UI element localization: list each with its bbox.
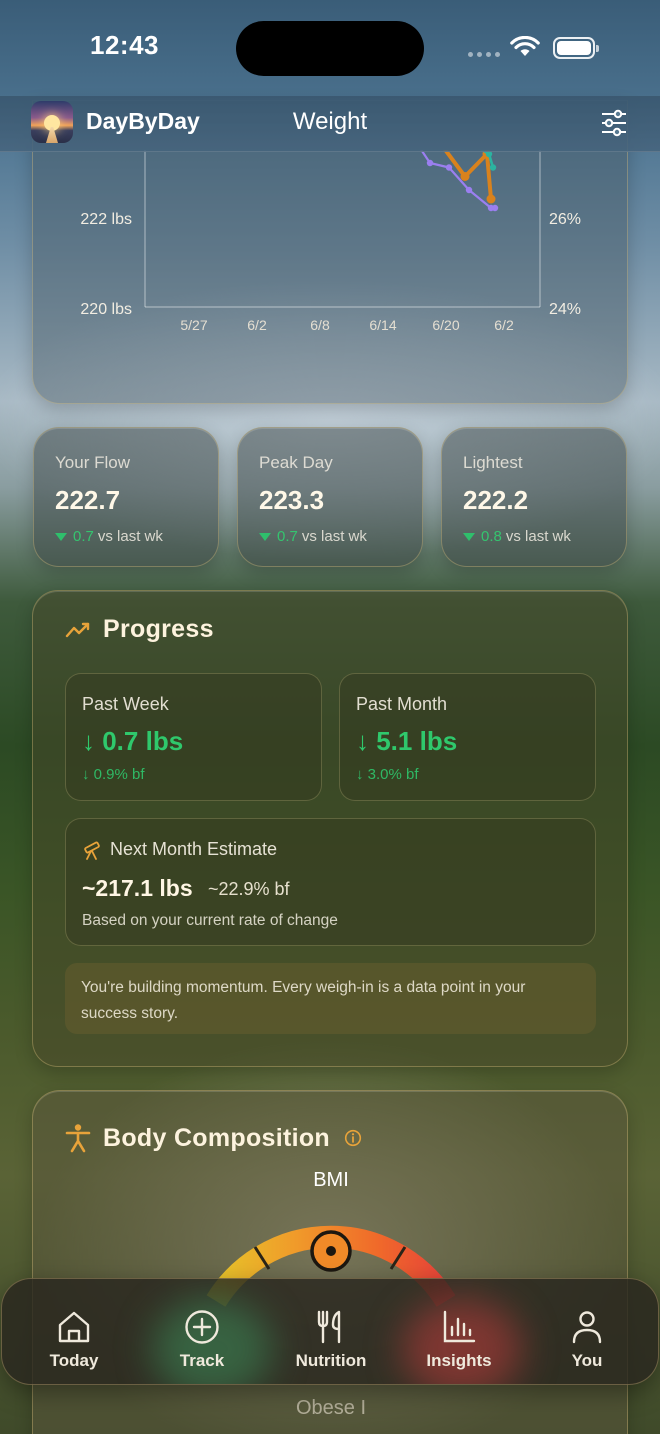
down-triangle-icon: [55, 532, 67, 541]
figure-icon: [65, 1124, 91, 1153]
stat-card-peak-day[interactable]: Peak Day 223.3 0.7 vs last wk: [237, 427, 423, 567]
battery-icon: [553, 37, 599, 59]
stat-delta: 0.8 vs last wk: [463, 528, 571, 545]
data-point: [486, 194, 496, 204]
body-composition-header: Body Composition: [65, 1123, 362, 1153]
y-right-tick: 26%: [549, 211, 581, 228]
next-month-estimate-card: Next Month Estimate ~217.1 lbs ~22.9% bf…: [65, 818, 596, 946]
down-triangle-icon: [259, 532, 271, 541]
past-month-bf: ↓ 3.0% bf: [356, 766, 419, 783]
y-left-tick: 220 lbs: [80, 301, 132, 318]
stat-value: 223.3: [259, 485, 325, 515]
cellular-icon: [468, 52, 500, 57]
stat-label: Peak Day: [259, 453, 333, 472]
x-tick: 6/14: [369, 317, 396, 333]
estimate-note: Based on your current rate of change: [82, 912, 338, 929]
tab-nutrition[interactable]: Nutrition: [266, 1279, 396, 1384]
data-point: [426, 159, 434, 167]
dynamic-island: [236, 21, 424, 76]
home-icon: [58, 1311, 90, 1343]
app-header: DayByDay Weight: [0, 96, 660, 152]
stat-label: Your Flow: [55, 453, 130, 472]
data-point: [465, 186, 473, 194]
utensils-icon: [317, 1310, 341, 1344]
body-composition-title: Body Composition: [103, 1123, 331, 1152]
tab-label: Nutrition: [295, 1351, 367, 1370]
bmi-category: Obese I: [295, 1397, 367, 1419]
x-tick: 6/8: [310, 317, 330, 333]
stat-delta: 0.7 vs last wk: [259, 528, 367, 545]
past-week-card: Past Week ↓ 0.7 lbs ↓ 0.9% bf: [65, 673, 322, 801]
bmi-label: BMI: [313, 1169, 349, 1191]
down-triangle-icon: [463, 532, 475, 541]
estimate-value: ~217.1 lbs: [82, 875, 193, 901]
stat-card-lightest[interactable]: Lightest 222.2 0.8 vs last wk: [441, 427, 627, 567]
status-bar: 12:43: [0, 0, 660, 96]
filter-settings-icon[interactable]: [598, 108, 630, 138]
stat-label: Lightest: [463, 453, 523, 472]
data-point: [489, 164, 497, 171]
person-icon: [572, 1311, 602, 1344]
past-month-card: Past Month ↓ 5.1 lbs ↓ 3.0% bf: [339, 673, 596, 801]
tab-you[interactable]: You: [522, 1279, 652, 1384]
stat-delta-value: 0.7: [73, 528, 94, 545]
x-tick: 6/2: [494, 317, 514, 333]
motivation-message: You're building momentum. Every weigh-in…: [65, 963, 596, 1034]
x-tick: 6/2: [247, 317, 267, 333]
y-right-tick: 24%: [549, 301, 581, 318]
estimate-label: Next Month Estimate: [110, 839, 278, 859]
estimate-header: Next Month Estimate: [82, 839, 277, 860]
info-icon[interactable]: [344, 1129, 362, 1147]
stat-delta-suffix: vs last wk: [301, 528, 367, 545]
stat-card-your-flow[interactable]: Your Flow 222.7 0.7 vs last wk: [33, 427, 219, 567]
stat-value: 222.2: [463, 485, 529, 515]
data-point: [445, 164, 453, 171]
past-week-value: ↓ 0.7 lbs: [82, 726, 184, 756]
bar-chart-icon: [443, 1310, 476, 1343]
x-tick: 5/27: [180, 317, 207, 333]
tab-label: You: [571, 1351, 603, 1370]
telescope-icon: [84, 841, 100, 860]
stat-delta-value: 0.7: [277, 528, 298, 545]
y-left-tick: 222 lbs: [80, 211, 132, 228]
progress-header: Progress: [65, 615, 214, 644]
past-week-bf: ↓ 0.9% bf: [82, 766, 145, 783]
plus-circle-icon: [185, 1310, 219, 1344]
past-month-label: Past Month: [356, 694, 448, 714]
past-week-label: Past Week: [82, 694, 169, 714]
tab-insights[interactable]: Insights: [394, 1279, 524, 1384]
stat-value: 222.7: [55, 485, 121, 515]
tab-label: Track: [179, 1351, 225, 1370]
wifi-icon: [510, 36, 540, 56]
app-logo-icon[interactable]: [31, 101, 73, 143]
tab-bar: Today Track Nutrition Insights You: [1, 1278, 659, 1385]
progress-title: Progress: [103, 615, 214, 643]
stat-delta-value: 0.8: [481, 528, 502, 545]
tab-track[interactable]: Track: [137, 1279, 267, 1384]
tab-label: Today: [49, 1351, 99, 1370]
app-name: DayByDay: [86, 108, 200, 134]
stat-delta-suffix: vs last wk: [97, 528, 163, 545]
data-point: [491, 204, 499, 212]
tab-label: Insights: [426, 1351, 492, 1370]
progress-card: Progress Past Week ↓ 0.7 lbs ↓ 0.9% bf P…: [32, 590, 628, 1067]
data-point: [460, 172, 470, 181]
x-tick: 6/20: [432, 317, 459, 333]
trend-line-icon: [65, 622, 90, 637]
past-month-value: ↓ 5.1 lbs: [356, 726, 458, 756]
stat-delta-suffix: vs last wk: [505, 528, 571, 545]
estimate-bf: ~22.9% bf: [208, 879, 290, 899]
stat-delta: 0.7 vs last wk: [55, 528, 163, 545]
status-time: 12:43: [90, 30, 159, 60]
tab-today[interactable]: Today: [9, 1279, 139, 1384]
